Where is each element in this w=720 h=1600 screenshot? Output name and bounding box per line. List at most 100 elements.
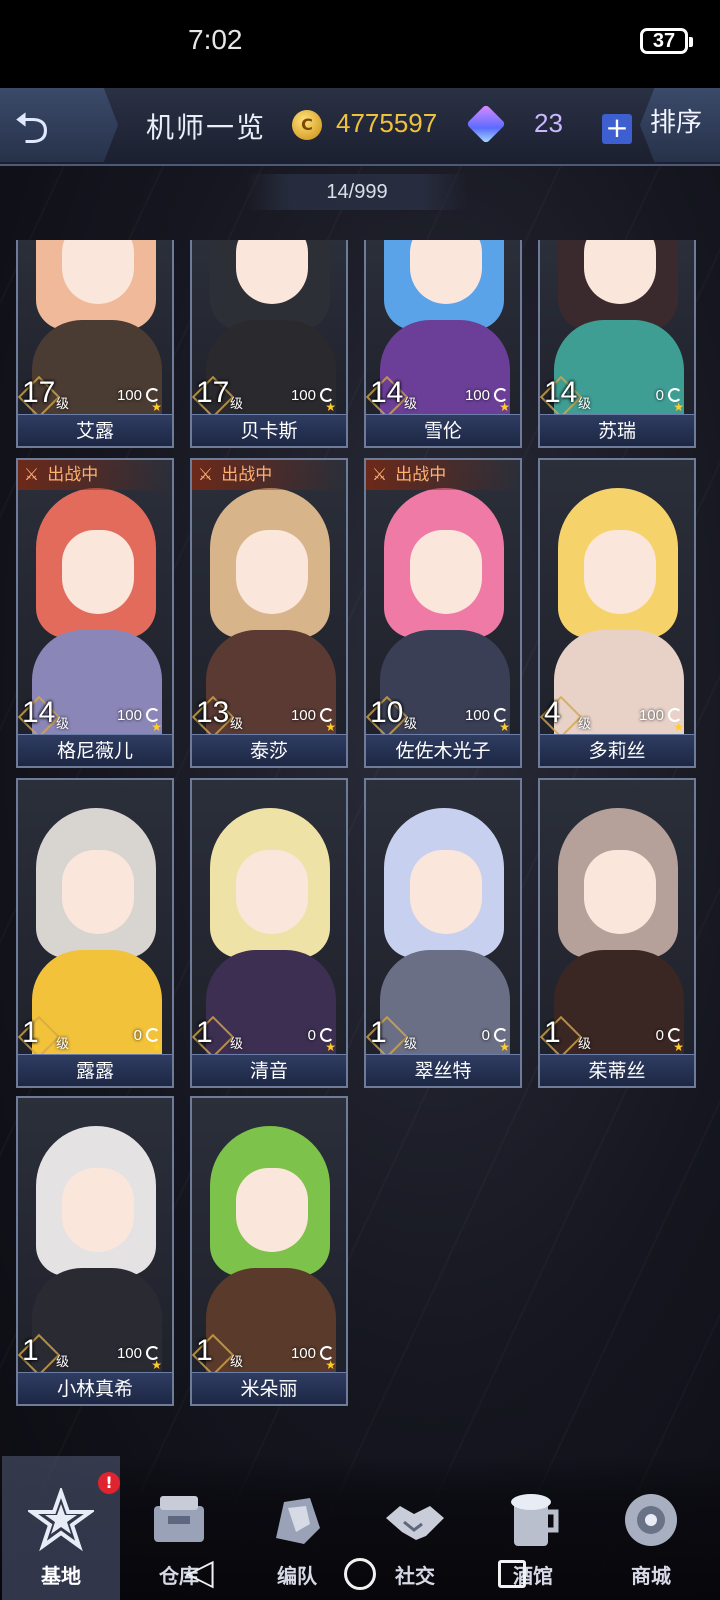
deployed-label: 出战中 — [47, 465, 99, 485]
system-home-icon[interactable] — [344, 1558, 376, 1590]
portrait-face — [236, 1168, 308, 1252]
pilot-name: 米朵丽 — [192, 1372, 346, 1404]
deployed-label: 出战中 — [395, 465, 447, 485]
pilot-level: 14 — [544, 376, 578, 409]
pilot-card[interactable]: 4 级 100 ★ 多莉丝 — [538, 458, 696, 768]
pilot-name: 小林真希 — [18, 1372, 172, 1404]
pilot-card[interactable]: 1 级 100 ★ 小林真希 — [16, 1096, 174, 1406]
shop-icon — [618, 1488, 684, 1552]
pilot-card[interactable]: 1 级 0 ★ 翠丝特 — [364, 778, 522, 1088]
sort-label: 排序 — [650, 108, 703, 138]
pilot-name: 泰莎 — [192, 734, 346, 766]
pilot-exp: 100 — [116, 387, 142, 404]
portrait-face — [236, 850, 308, 934]
pilot-card[interactable]: 14 级 0 ★ 苏瑞 — [538, 240, 696, 448]
pilot-exp: 100 — [116, 1345, 142, 1362]
status-time: 7:02 — [188, 24, 243, 55]
pilot-level: 14 — [370, 376, 404, 409]
pilot-name: 茱蒂丝 — [540, 1054, 694, 1086]
level-suffix: 级 — [56, 717, 70, 732]
star-icon: ★ — [499, 1040, 510, 1054]
pilot-level: 14 — [22, 696, 56, 729]
system-back-icon[interactable]: ◁ — [186, 1552, 214, 1593]
page-title: 机师一览 — [146, 111, 267, 144]
portrait-face — [62, 1168, 134, 1252]
portrait-body — [206, 630, 336, 750]
portrait-face — [410, 530, 482, 614]
pilot-card[interactable]: 1 级 0 ★ 露露 — [16, 778, 174, 1088]
crossed-swords-icon: ⚔ — [198, 465, 214, 485]
star-icon: ★ — [499, 720, 510, 734]
portrait-body — [380, 630, 510, 750]
back-arrow-icon: ⮌ — [14, 103, 50, 154]
pilot-level: 13 — [196, 696, 230, 729]
system-nav-bar: ◁ — [0, 1548, 720, 1600]
star-icon: ★ — [151, 1358, 162, 1372]
notification-badge: ! — [98, 1472, 120, 1494]
pilot-exp: 100 — [290, 387, 316, 404]
level-suffix: 级 — [230, 1355, 244, 1370]
star-icon: ★ — [325, 1040, 336, 1054]
level-suffix: 级 — [56, 1037, 70, 1052]
system-recents-icon[interactable] — [498, 1560, 526, 1588]
pilot-card[interactable]: 17 级 100 ★ 艾露 — [16, 240, 174, 448]
pilot-name: 贝卡斯 — [192, 414, 346, 446]
add-gems-button[interactable]: + — [602, 114, 632, 144]
pilot-level: 10 — [370, 696, 404, 729]
portrait-body — [554, 630, 684, 750]
pilot-name: 苏瑞 — [540, 414, 694, 446]
sort-button[interactable]: 排序 — [640, 88, 720, 162]
gem-balance: 23 — [534, 108, 563, 138]
pilot-name: 雪伦 — [366, 414, 520, 446]
battery-icon: 37 — [640, 28, 693, 54]
pilot-exp: 0 — [481, 1027, 490, 1044]
portrait-face — [584, 530, 656, 614]
star-icon: ★ — [325, 1358, 336, 1372]
star-icon: ★ — [673, 720, 684, 734]
pilot-name: 多莉丝 — [540, 734, 694, 766]
pilot-exp: 100 — [638, 707, 664, 724]
pilot-exp: 100 — [290, 1345, 316, 1362]
pilot-level: 1 — [22, 1016, 39, 1049]
pilot-card[interactable]: 1 级 100 ★ 米朵丽 — [190, 1096, 348, 1406]
status-bar: 7:02 37 — [0, 0, 720, 88]
deployed-tag: ⚔ 出战中 — [366, 460, 520, 490]
level-suffix: 级 — [578, 717, 592, 732]
pilot-exp: 100 — [464, 387, 490, 404]
back-button[interactable]: ⮌ — [0, 88, 118, 162]
pilot-level: 1 — [196, 1334, 213, 1367]
pilot-name: 格尼薇儿 — [18, 734, 172, 766]
portrait-body — [32, 950, 162, 1070]
pilot-exp: 0 — [655, 1027, 664, 1044]
star-icon: ★ — [151, 720, 162, 734]
pilot-card[interactable]: 1 级 0 ★ 清音 — [190, 778, 348, 1088]
crossed-swords-icon: ⚔ — [372, 465, 388, 485]
pilot-card[interactable]: 14 级 100 ★ 雪伦 — [364, 240, 522, 448]
pilot-count: 14/999 — [246, 174, 468, 210]
pilot-level: 17 — [22, 376, 56, 409]
pilot-exp: 100 — [290, 707, 316, 724]
pilot-card[interactable]: ⚔ 出战中 13 级 100 ★ 泰莎 — [190, 458, 348, 768]
level-suffix: 级 — [578, 1037, 592, 1052]
handshake-icon — [382, 1488, 448, 1552]
pilot-card[interactable]: 17 级 100 ★ 贝卡斯 — [190, 240, 348, 448]
level-suffix: 级 — [230, 717, 244, 732]
pilot-card[interactable]: ⚔ 出战中 10 级 100 ★ 佐佐木光子 — [364, 458, 522, 768]
deployed-tag: ⚔ 出战中 — [192, 460, 346, 490]
portrait-body — [206, 950, 336, 1070]
pilot-exp: 0 — [655, 387, 664, 404]
star-icon: ★ — [151, 1040, 162, 1054]
coin-icon: C — [292, 110, 322, 140]
crossed-swords-icon: ⚔ — [24, 465, 40, 485]
portrait-body — [206, 1268, 336, 1388]
base-icon — [25, 1485, 97, 1552]
portrait-face — [410, 850, 482, 934]
star-icon: ★ — [499, 400, 510, 414]
pilot-level: 1 — [370, 1016, 387, 1049]
pilot-card[interactable]: ⚔ 出战中 14 级 100 ★ 格尼薇儿 — [16, 458, 174, 768]
level-suffix: 级 — [230, 397, 244, 412]
pilot-card[interactable]: 1 级 0 ★ 茱蒂丝 — [538, 778, 696, 1088]
portrait-body — [32, 630, 162, 750]
level-suffix: 级 — [56, 397, 70, 412]
tavern-icon — [500, 1488, 566, 1552]
